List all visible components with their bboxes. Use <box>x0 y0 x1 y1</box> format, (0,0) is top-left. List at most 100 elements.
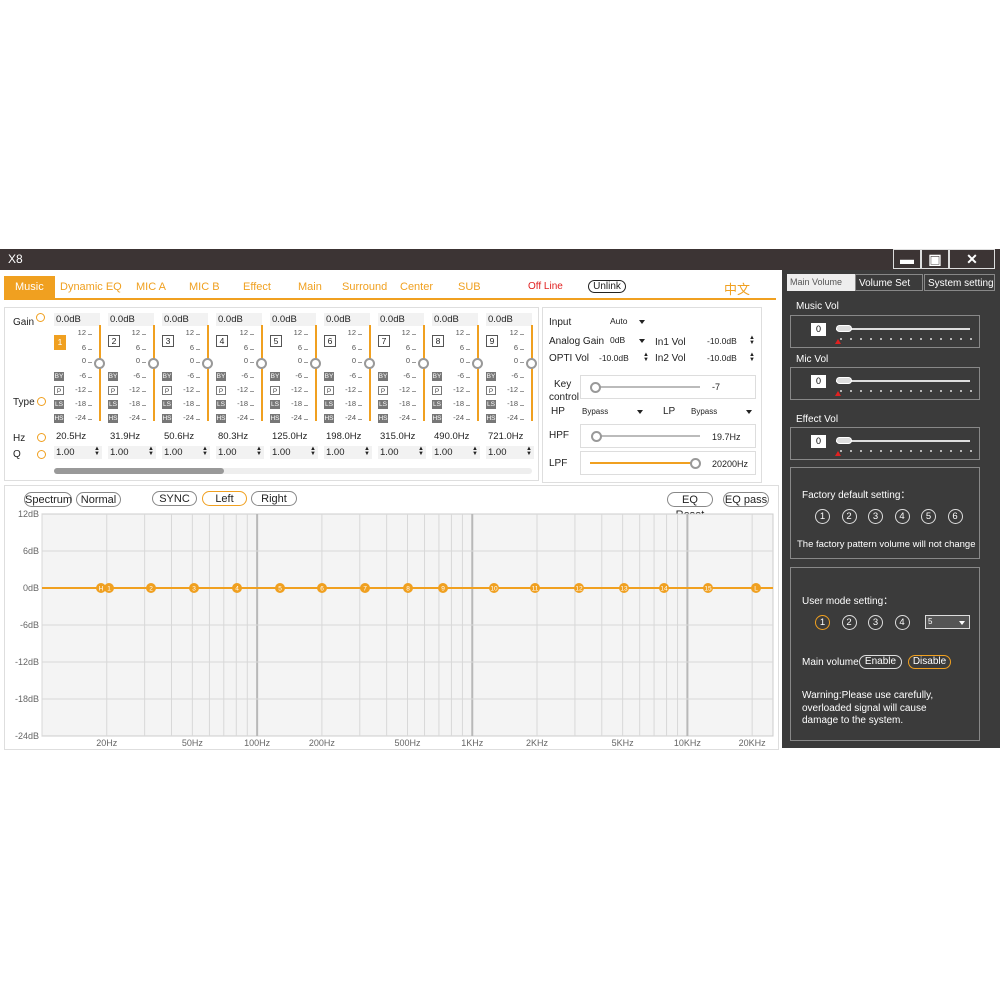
filter-type-hs-button[interactable]: HS <box>378 414 388 423</box>
vol-value-box[interactable]: 0 <box>811 375 826 388</box>
filter-type-hs-button[interactable]: HS <box>270 414 280 423</box>
spectrum-button[interactable]: Spectrum <box>24 492 72 507</box>
band-gain-value[interactable]: 0.0dB <box>432 313 478 326</box>
band-gain-value[interactable]: 0.0dB <box>162 313 208 326</box>
input-select[interactable]: Auto <box>608 315 648 328</box>
hpf-slider[interactable] <box>594 435 700 437</box>
maximize-button[interactable]: ▣ <box>921 249 949 269</box>
band-gain-value[interactable]: 0.0dB <box>270 313 316 326</box>
tab-main-volume[interactable]: Main Volume <box>787 274 855 291</box>
band-gain-value[interactable]: 0.0dB <box>54 313 100 326</box>
filter-type-by-button[interactable]: BY <box>486 372 496 381</box>
band-gain-value[interactable]: 0.0dB <box>486 313 532 326</box>
user-preset-button[interactable]: 1 <box>815 615 830 630</box>
band-gain-slider[interactable] <box>153 325 155 421</box>
hp-select[interactable]: Bypass <box>580 405 646 418</box>
filter-type-p-button[interactable]: P <box>54 386 64 395</box>
filter-type-by-button[interactable]: BY <box>432 372 442 381</box>
filter-type-p-button[interactable]: P <box>486 386 496 395</box>
band-gain-slider[interactable] <box>531 325 533 421</box>
band-gain-thumb[interactable] <box>526 358 537 369</box>
filter-type-p-button[interactable]: P <box>108 386 118 395</box>
filter-type-hs-button[interactable]: HS <box>432 414 442 423</box>
band-q-stepper[interactable]: 1.00 ▲ ▼ <box>486 446 534 459</box>
factory-preset-button[interactable]: 5 <box>921 509 936 524</box>
band-q-stepper[interactable]: 1.00 ▲ ▼ <box>432 446 480 459</box>
eq-reset-button[interactable]: EQ Reset <box>667 492 713 521</box>
band-frequency-value[interactable]: 50.6Hz <box>162 430 212 443</box>
filter-type-p-button[interactable]: P <box>270 386 280 395</box>
band-gain-slider[interactable] <box>207 325 209 421</box>
factory-preset-button[interactable]: 3 <box>868 509 883 524</box>
tab-system-setting[interactable]: System setting <box>924 274 995 291</box>
filter-type-ls-button[interactable]: LS <box>108 400 118 409</box>
band-frequency-value[interactable]: 31.9Hz <box>108 430 158 443</box>
vol-slider-track[interactable] <box>836 380 970 382</box>
filter-type-ls-button[interactable]: LS <box>324 400 334 409</box>
left-channel-button[interactable]: Left <box>202 491 247 506</box>
user-preset-button[interactable]: 4 <box>894 615 910 630</box>
normal-button[interactable]: Normal <box>76 492 121 507</box>
filter-type-ls-button[interactable]: LS <box>486 400 496 409</box>
filter-type-by-button[interactable]: BY <box>54 372 64 381</box>
filter-type-by-button[interactable]: BY <box>162 372 172 381</box>
filter-type-hs-button[interactable]: HS <box>108 414 118 423</box>
band-q-stepper[interactable]: 1.00 ▲ ▼ <box>108 446 156 459</box>
filter-type-ls-button[interactable]: LS <box>162 400 172 409</box>
filter-type-p-button[interactable]: P <box>162 386 172 395</box>
tab-mic-b[interactable]: MIC B <box>189 276 220 298</box>
band-gain-slider[interactable] <box>261 325 263 421</box>
filter-type-hs-button[interactable]: HS <box>54 414 64 423</box>
band-frequency-value[interactable]: 490.0Hz <box>432 430 482 443</box>
vol-value-box[interactable]: 0 <box>811 435 826 448</box>
filter-type-by-button[interactable]: BY <box>108 372 118 381</box>
lp-select[interactable]: Bypass <box>689 405 755 418</box>
band-gain-slider[interactable] <box>99 325 101 421</box>
filter-type-hs-button[interactable]: HS <box>162 414 172 423</box>
band-gain-thumb[interactable] <box>418 358 429 369</box>
sync-button[interactable]: SYNC <box>152 491 197 506</box>
band-frequency-value[interactable]: 125.0Hz <box>270 430 320 443</box>
main-volume-enable-button[interactable]: Enable <box>859 655 902 669</box>
band-gain-value[interactable]: 0.0dB <box>324 313 370 326</box>
vol-slider-thumb[interactable] <box>836 325 852 332</box>
factory-preset-button[interactable]: 6 <box>947 509 963 524</box>
filter-type-by-button[interactable]: BY <box>216 372 226 381</box>
in1-vol-stepper[interactable]: -10.0dB ▲ ▼ <box>705 335 757 348</box>
filter-type-p-button[interactable]: P <box>216 386 226 395</box>
vol-slider-thumb[interactable] <box>836 377 852 384</box>
band-gain-slider[interactable] <box>477 325 479 421</box>
band-frequency-value[interactable]: 198.0Hz <box>324 430 374 443</box>
band-scrollbar-track[interactable] <box>54 468 532 474</box>
user-preset-button[interactable]: 3 <box>868 615 883 630</box>
eq-pass-button[interactable]: EQ pass <box>723 492 769 507</box>
user-preset-button[interactable]: 2 <box>841 615 857 630</box>
close-button[interactable]: ✕ <box>949 249 995 269</box>
tab-sub[interactable]: SUB <box>458 276 481 298</box>
vol-slider-track[interactable] <box>836 328 970 330</box>
tab-center[interactable]: Center <box>400 276 433 298</box>
band-gain-thumb[interactable] <box>310 358 321 369</box>
vol-slider-thumb[interactable] <box>836 437 852 444</box>
tab-volume-set[interactable]: Volume Set <box>855 274 923 291</box>
tab-main[interactable]: Main <box>298 276 322 298</box>
key-control-thumb[interactable] <box>590 382 601 393</box>
in2-vol-stepper[interactable]: -10.0dB ▲ ▼ <box>705 352 757 365</box>
opti-vol-stepper[interactable]: -10.0dB ▲ ▼ <box>597 352 651 365</box>
minimize-button[interactable]: ▬ <box>893 249 921 269</box>
vol-slider-track[interactable] <box>836 440 970 442</box>
eq-response-graph[interactable]: 12dB 6dB 0dB -6dB -12dB -18dB -24dB 20Hz 50Hz 100… <box>0 506 782 748</box>
band-gain-thumb[interactable] <box>94 358 105 369</box>
band-gain-value[interactable]: 0.0dB <box>108 313 154 326</box>
band-q-stepper[interactable]: 1.00 ▲ ▼ <box>324 446 372 459</box>
tab-effect[interactable]: Effect <box>243 276 271 298</box>
tab-dynamic-eq[interactable]: Dynamic EQ <box>60 276 122 298</box>
right-channel-button[interactable]: Right <box>251 491 297 506</box>
band-gain-slider[interactable] <box>369 325 371 421</box>
user-mode-select[interactable]: 5 <box>925 615 970 629</box>
filter-type-p-button[interactable]: P <box>324 386 334 395</box>
filter-type-p-button[interactable]: P <box>432 386 442 395</box>
band-gain-thumb[interactable] <box>256 358 267 369</box>
filter-type-ls-button[interactable]: LS <box>270 400 280 409</box>
band-gain-slider[interactable] <box>423 325 425 421</box>
